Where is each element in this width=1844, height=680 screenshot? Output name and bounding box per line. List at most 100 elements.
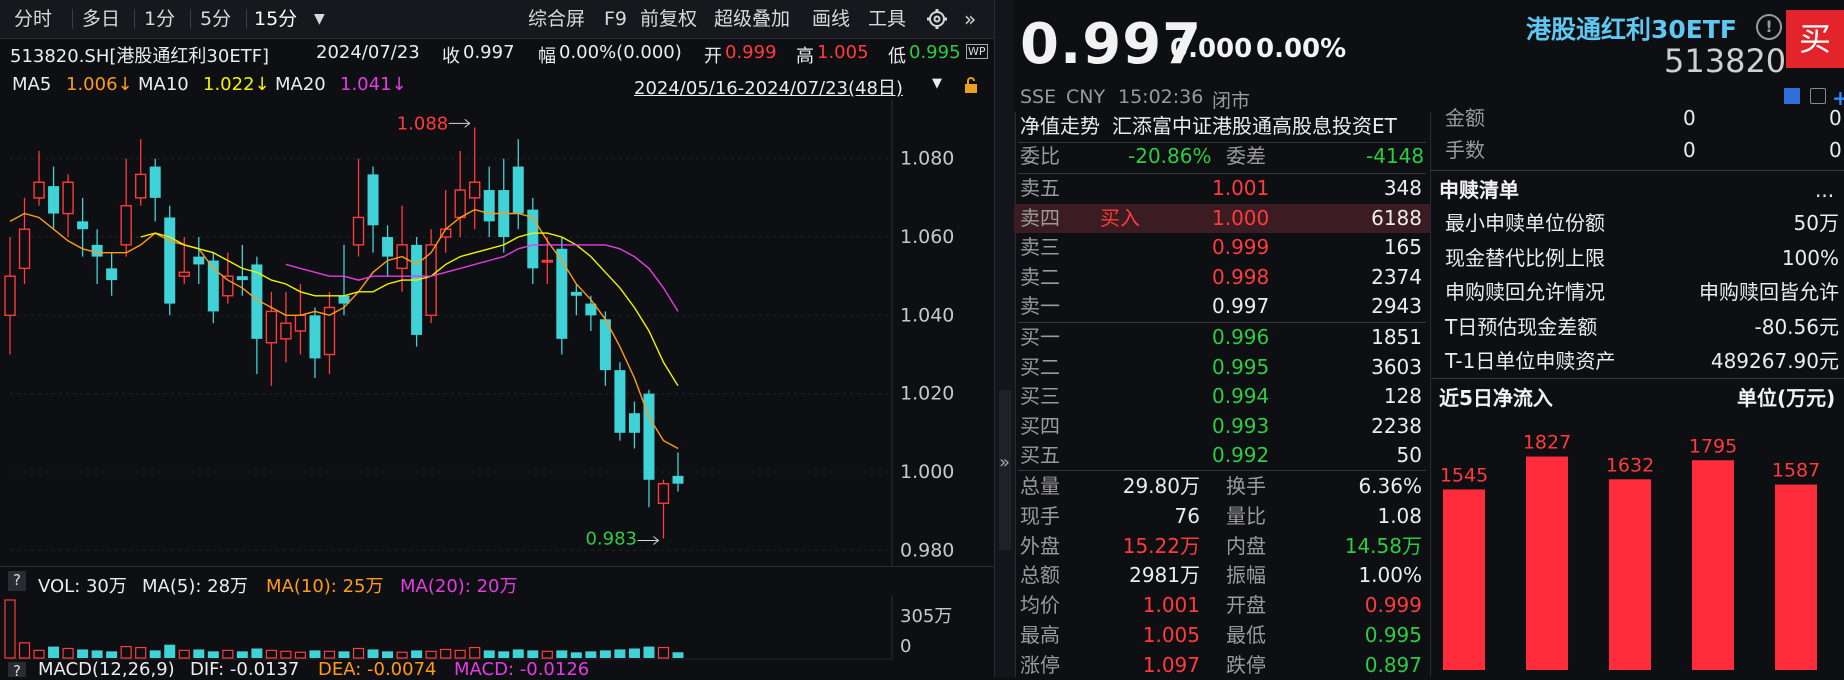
nav-row[interactable]: 净值走势 汇添富中证港股通高股息投资ET xyxy=(1014,112,1430,141)
stat-value: 76 xyxy=(1174,503,1200,528)
bid-row[interactable]: 买四 0.993 2238 xyxy=(1014,412,1430,441)
ask-label: 卖三 xyxy=(1020,235,1060,259)
stat-row: 外盘 15.22万 内盘 14.58万 xyxy=(1014,532,1430,561)
stat-label: 换手 xyxy=(1226,474,1266,498)
bid-row[interactable]: 买一 0.996 1851 xyxy=(1014,323,1430,352)
low-label: 低 xyxy=(888,46,906,67)
candle xyxy=(280,291,292,363)
bar-date: 2024/07/23 xyxy=(316,42,420,63)
composite-screen-button[interactable]: 综合屏 xyxy=(528,6,585,32)
divider xyxy=(1431,378,1844,379)
low-value: 0.995 xyxy=(909,42,961,63)
help-icon[interactable]: ? xyxy=(8,662,26,677)
ask-row[interactable]: 卖三 0.999 165 xyxy=(1014,233,1430,262)
forward-adjust-button[interactable]: 前复权 xyxy=(640,6,697,32)
volume-bar xyxy=(207,651,219,658)
volume-bar xyxy=(440,648,452,659)
info-bar: 513820.SH[港股通红利30ETF] 2024/07/23 收 0.997… xyxy=(0,38,994,68)
exchange: SSE xyxy=(1020,86,1057,108)
tab-multiday[interactable]: 多日 xyxy=(82,6,120,32)
ask-label: 卖二 xyxy=(1020,264,1060,289)
tab-1min[interactable]: 1分 xyxy=(144,6,175,32)
bid-price: 0.992 xyxy=(1212,443,1270,467)
volume-bar xyxy=(512,649,524,658)
chevron-right-icon[interactable]: » xyxy=(999,452,1010,473)
tab-15min[interactable]: 15分 xyxy=(254,6,297,32)
stat-row: 总额 2981万 振幅 1.00% xyxy=(1014,561,1430,590)
bid-label: 买三 xyxy=(1020,384,1060,408)
ask-label: 卖四 xyxy=(1020,205,1060,230)
flow-unit: 单位(万元) xyxy=(1737,386,1836,410)
tools-button[interactable]: 工具 xyxy=(868,6,906,32)
double-chevron-right-icon[interactable]: » xyxy=(964,6,976,32)
gear-icon[interactable] xyxy=(926,6,948,32)
inflow-value: 1587 xyxy=(1772,460,1820,482)
candle xyxy=(541,237,554,285)
vol-tick-low: 0 xyxy=(900,636,911,657)
currency: CNY xyxy=(1066,86,1106,108)
lock-icon[interactable] xyxy=(962,76,980,99)
order-book: 净值走势 汇添富中证港股通高股息投资ET 委比 -20.86% 委差 -4148… xyxy=(1014,112,1430,677)
divider xyxy=(246,9,247,29)
candle xyxy=(396,205,408,292)
ma10-value: 1.022↓ xyxy=(203,74,270,95)
volume-bar xyxy=(323,650,336,659)
candle xyxy=(672,452,684,492)
candle xyxy=(134,139,147,206)
volume-bar xyxy=(222,649,234,659)
help-icon[interactable]: ? xyxy=(8,571,26,591)
chart-toolbar: 分时 多日 1分 5分 15分 ▼ 综合屏 F9 前复权 超级叠加 画线 工具 … xyxy=(0,0,994,39)
price-change-pct: 0.00% xyxy=(1256,34,1347,64)
ask-row[interactable]: 卖四 买入 1.000 6188 xyxy=(1014,203,1430,233)
draw-line-button[interactable]: 画线 xyxy=(812,6,850,32)
amount-v2: 0 xyxy=(1829,106,1842,130)
candle xyxy=(498,158,510,253)
volume-bar xyxy=(527,650,539,658)
amount-row: 金额 0 0 xyxy=(1431,102,1844,135)
volume-bar xyxy=(280,650,292,659)
ask-row[interactable]: 卖一 0.997 2943 xyxy=(1014,292,1430,321)
bid-row[interactable]: 买五 0.992 50 xyxy=(1014,441,1430,470)
volume-bar xyxy=(106,651,118,658)
caret-down-icon[interactable]: ▼ xyxy=(314,6,325,32)
tab-timeshare[interactable]: 分时 xyxy=(14,6,52,32)
candle xyxy=(294,284,307,355)
wc-value: -4148 xyxy=(1366,144,1425,168)
volume-bar xyxy=(628,648,640,658)
more-icon[interactable]: ... xyxy=(1815,174,1834,207)
volume-bar xyxy=(77,649,89,658)
date-range[interactable]: 2024/05/16-2024/07/23(48日) xyxy=(634,74,903,100)
volume-bar xyxy=(265,649,277,659)
security-name[interactable]: 港股通红利30ETF xyxy=(1526,10,1737,46)
volume-bar xyxy=(48,646,60,658)
ask-volume: 165 xyxy=(1383,235,1422,259)
candle xyxy=(657,479,670,539)
bid-row[interactable]: 买三 0.994 128 xyxy=(1014,382,1430,411)
info-icon[interactable]: ! xyxy=(1756,14,1782,40)
ask-row[interactable]: 卖五 1.001 348 xyxy=(1014,174,1430,203)
stat-value: 1.00% xyxy=(1358,563,1422,588)
redemption-row: 现金替代比例上限 100% xyxy=(1431,242,1844,275)
bid-row[interactable]: 买二 0.995 3603 xyxy=(1014,353,1430,382)
overlay-button[interactable]: 超级叠加 xyxy=(714,6,790,32)
volume-bar xyxy=(411,650,423,658)
ask-row[interactable]: 卖二 0.998 2374 xyxy=(1014,263,1430,292)
candle xyxy=(106,252,118,296)
panel-splitter[interactable]: » xyxy=(994,0,1016,677)
range-dropdown-icon[interactable]: ▼ xyxy=(932,76,942,91)
stat-label: 跌停 xyxy=(1226,652,1266,677)
tab-5min[interactable]: 5分 xyxy=(200,6,231,32)
redemption-value: 50万 xyxy=(1793,211,1839,235)
candle xyxy=(411,237,423,347)
stat-label: 均价 xyxy=(1020,593,1060,618)
f9-button[interactable]: F9 xyxy=(604,6,627,32)
ask-volume: 2374 xyxy=(1371,264,1422,289)
divider xyxy=(190,9,191,29)
stat-value: 0.999 xyxy=(1364,593,1422,618)
stat-row: 总量 29.80万 换手 6.36% xyxy=(1014,472,1430,501)
kline-chart[interactable]: 1.080 1.060 1.040 1.020 1.000 0.980 1.088 0.98… xyxy=(0,100,994,566)
wb-row: 委比 -20.86% 委差 -4148 xyxy=(1014,142,1430,171)
volume-chart[interactable]: 305万 0 xyxy=(0,596,994,660)
buy-button[interactable]: 买 xyxy=(1786,10,1844,68)
wp-badge[interactable]: WP xyxy=(966,44,988,59)
